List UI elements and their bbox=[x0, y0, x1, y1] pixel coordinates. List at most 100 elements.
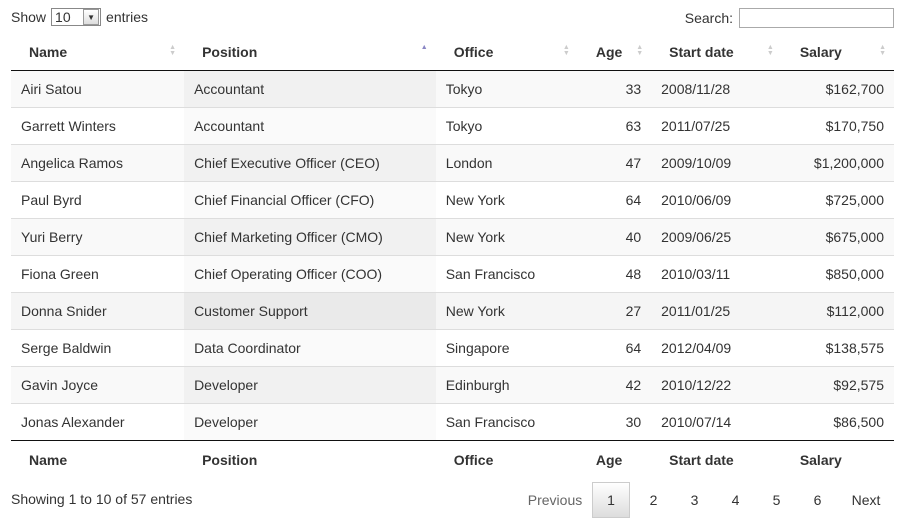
cell-position: Customer Support bbox=[184, 292, 436, 330]
column-header-label: Start date bbox=[669, 43, 734, 60]
cell-name: Paul Byrd bbox=[11, 181, 185, 219]
cell-name: Angelica Ramos bbox=[11, 144, 185, 182]
cell-position: Developer bbox=[184, 403, 436, 441]
column-header-label: Name bbox=[29, 43, 68, 60]
cell-start-date: 2010/03/11 bbox=[651, 255, 782, 293]
table-row[interactable]: Jonas Alexander Developer San Francisco 30 2… bbox=[11, 403, 894, 441]
table-info: Showing 1 to 10 of 57 entries bbox=[11, 491, 193, 507]
cell-name: Yuri Berry bbox=[11, 218, 185, 256]
column-header-label: Age bbox=[595, 43, 623, 60]
cell-salary: $850,000 bbox=[781, 255, 894, 293]
cell-salary: $162,700 bbox=[781, 70, 894, 108]
cell-age: 27 bbox=[577, 292, 652, 330]
cell-office: New York bbox=[435, 292, 578, 330]
search-label: Search: bbox=[684, 10, 733, 26]
cell-name: Fiona Green bbox=[11, 255, 185, 293]
table-row[interactable]: Garrett Winters Accountant Tokyo 63 2011/07/… bbox=[11, 107, 894, 145]
cell-salary: $86,500 bbox=[781, 403, 894, 441]
column-footer: Start date bbox=[651, 440, 782, 478]
page-length-select[interactable]: 10 ▼ bbox=[51, 8, 102, 26]
table-row[interactable]: Paul Byrd Chief Financial Officer (CFO) Ne… bbox=[11, 181, 894, 219]
cell-name: Serge Baldwin bbox=[11, 329, 185, 367]
page-button-1[interactable]: 1 bbox=[592, 482, 630, 518]
table-row[interactable]: Airi Satou Accountant Tokyo 33 2008/11/28 $16… bbox=[11, 70, 894, 108]
cell-name: Donna Snider bbox=[11, 292, 185, 330]
data-table: Name ▲ ▼ Position ▲ Office ▲ ▼ Age ▲ ▼ Start date ▲ ▼… bbox=[11, 33, 894, 478]
column-footer: Age bbox=[577, 440, 652, 478]
column-header-position[interactable]: Position ▲ bbox=[184, 33, 436, 71]
cell-name: Garrett Winters bbox=[11, 107, 185, 145]
cell-start-date: 2009/10/09 bbox=[651, 144, 782, 182]
cell-salary: $675,000 bbox=[781, 218, 894, 256]
table-row[interactable]: Serge Baldwin Data Coordinator Singapore 64… bbox=[11, 329, 894, 367]
table-row[interactable]: Yuri Berry Chief Marketing Officer (CMO) N… bbox=[11, 218, 894, 256]
table-row[interactable]: Donna Snider Customer Support New York 27 20… bbox=[11, 292, 894, 330]
cell-salary: $170,750 bbox=[781, 107, 894, 145]
cell-name: Gavin Joyce bbox=[11, 366, 185, 404]
cell-office: Tokyo bbox=[435, 107, 578, 145]
sort-both-icon: ▲ ▼ bbox=[562, 44, 570, 57]
cell-office: New York bbox=[435, 181, 578, 219]
cell-start-date: 2008/11/28 bbox=[651, 70, 782, 108]
cell-start-date: 2009/06/25 bbox=[651, 218, 782, 256]
chevron-down-icon: ▼ bbox=[83, 9, 100, 25]
sort-ascending-icon: ▲ bbox=[420, 44, 428, 51]
cell-salary: $112,000 bbox=[781, 292, 894, 330]
cell-office: London bbox=[435, 144, 578, 182]
cell-office: Tokyo bbox=[435, 70, 578, 108]
column-header-name[interactable]: Name ▲ ▼ bbox=[11, 33, 185, 71]
cell-age: 42 bbox=[577, 366, 652, 404]
cell-age: 64 bbox=[577, 329, 652, 367]
column-header-office[interactable]: Office ▲ ▼ bbox=[435, 33, 578, 71]
column-header-age[interactable]: Age ▲ ▼ bbox=[577, 33, 652, 71]
pagination: Previous 1 2 3 4 5 6 Next bbox=[518, 482, 894, 518]
column-header-start-date[interactable]: Start date ▲ ▼ bbox=[651, 33, 782, 71]
table-row[interactable]: Angelica Ramos Chief Executive Officer (C… bbox=[11, 144, 894, 182]
cell-start-date: 2011/01/25 bbox=[651, 292, 782, 330]
page-button-5[interactable]: 5 bbox=[756, 482, 797, 518]
previous-button[interactable]: Previous bbox=[518, 482, 592, 518]
column-footer: Name bbox=[11, 440, 185, 478]
page-button-6[interactable]: 6 bbox=[797, 482, 838, 518]
column-footer: Position bbox=[184, 440, 436, 478]
cell-age: 48 bbox=[577, 255, 652, 293]
cell-start-date: 2012/04/09 bbox=[651, 329, 782, 367]
cell-salary: $138,575 bbox=[781, 329, 894, 367]
cell-name: Airi Satou bbox=[11, 70, 185, 108]
cell-office: Edinburgh bbox=[435, 366, 578, 404]
search-input[interactable] bbox=[739, 8, 894, 28]
cell-office: San Francisco bbox=[435, 255, 578, 293]
cell-position: Chief Operating Officer (COO) bbox=[184, 255, 436, 293]
cell-age: 47 bbox=[577, 144, 652, 182]
page-button-2[interactable]: 2 bbox=[633, 482, 674, 518]
page-button-3[interactable]: 3 bbox=[674, 482, 715, 518]
page-button-4[interactable]: 4 bbox=[715, 482, 756, 518]
table-row[interactable]: Fiona Green Chief Operating Officer (COO)… bbox=[11, 255, 894, 293]
search-control: Search: bbox=[685, 8, 894, 28]
column-header-label: Salary bbox=[799, 43, 842, 60]
column-header-salary[interactable]: Salary ▲ ▼ bbox=[781, 33, 894, 71]
cell-position: Data Coordinator bbox=[184, 329, 436, 367]
entries-label: entries bbox=[106, 9, 149, 25]
column-header-label: Position bbox=[202, 43, 258, 60]
table-row[interactable]: Gavin Joyce Developer Edinburgh 42 2010/12/2… bbox=[11, 366, 894, 404]
length-control: Show 10 ▼ entries bbox=[11, 8, 148, 26]
cell-position: Chief Financial Officer (CFO) bbox=[184, 181, 436, 219]
cell-position: Chief Marketing Officer (CMO) bbox=[184, 218, 436, 256]
show-label: Show bbox=[11, 9, 47, 25]
cell-office: San Francisco bbox=[435, 403, 578, 441]
sort-both-icon: ▲ ▼ bbox=[636, 44, 644, 57]
next-button[interactable]: Next bbox=[838, 482, 894, 518]
column-header-label: Office bbox=[453, 43, 494, 60]
sort-both-icon: ▲ ▼ bbox=[879, 44, 886, 57]
cell-age: 40 bbox=[577, 218, 652, 256]
cell-salary: $1,200,000 bbox=[781, 144, 894, 182]
cell-age: 30 bbox=[577, 403, 652, 441]
cell-age: 33 bbox=[577, 70, 652, 108]
cell-start-date: 2011/07/25 bbox=[651, 107, 782, 145]
cell-start-date: 2010/06/09 bbox=[651, 181, 782, 219]
cell-position: Accountant bbox=[184, 70, 436, 108]
cell-salary: $725,000 bbox=[781, 181, 894, 219]
cell-age: 64 bbox=[577, 181, 652, 219]
cell-position: Accountant bbox=[184, 107, 436, 145]
